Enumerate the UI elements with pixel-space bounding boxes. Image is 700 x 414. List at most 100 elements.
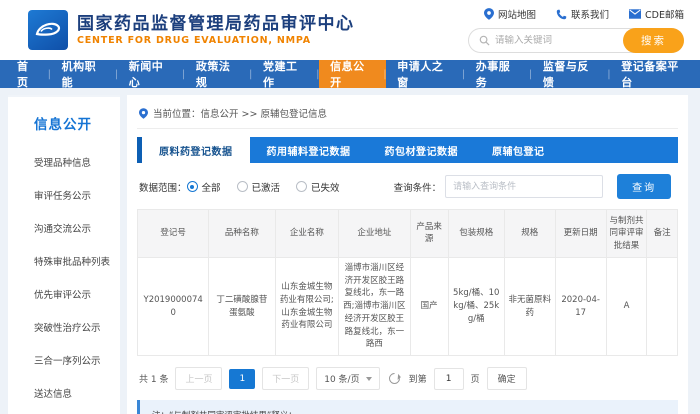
nav-item-applicant-window[interactable]: 申请人之窗 bbox=[386, 60, 464, 88]
query-button[interactable]: 查询 bbox=[617, 174, 671, 199]
nav-item-services[interactable]: 办事服务 bbox=[465, 60, 532, 88]
cell-address: 淄博市淄川区经济开发区胶王路复线北，东一路西;淄博市淄川区经济开发区胶王路复线北… bbox=[339, 257, 410, 355]
phone-icon bbox=[556, 9, 567, 20]
tab-bar: 原料药登记数据 药用辅料登记数据 药包材登记数据 原辅包登记 bbox=[137, 137, 678, 163]
query-input[interactable] bbox=[445, 175, 603, 198]
col-spec: 规格 bbox=[504, 210, 555, 258]
cde-logo-icon bbox=[28, 10, 68, 50]
radio-all-label: 全部 bbox=[202, 180, 221, 194]
sidebar-item[interactable]: 受理品种信息 bbox=[8, 145, 120, 178]
col-reg-no: 登记号 bbox=[138, 210, 209, 258]
filter-row: 数据范围： 全部 已激活 已失效 查询条件： 查询 bbox=[137, 163, 678, 209]
cell-update-date: 2020-04-17 bbox=[555, 257, 606, 355]
scope-label: 数据范围： bbox=[139, 180, 187, 194]
total-count: 共 1 条 bbox=[139, 372, 168, 385]
col-approval-result: 与制剂共同审评审批结果 bbox=[606, 210, 647, 258]
nav-item-org-functions[interactable]: 机构职能 bbox=[51, 60, 118, 88]
nav-item-news[interactable]: 新闻中心 bbox=[118, 60, 185, 88]
radio-activated[interactable]: 已激活 bbox=[237, 180, 281, 194]
cell-company: 山东金城生物药业有限公司;山东金城生物药业有限公司 bbox=[275, 257, 339, 355]
pagination: 共 1 条 上一页 1 下一页 10 条/页 到第 页 确定 bbox=[137, 356, 678, 400]
sidebar: 信息公开 受理品种信息 审评任务公示 沟通交流公示 特殊审批品种列表 优先审评公… bbox=[8, 95, 120, 414]
cell-package: 5kg/桶、10kg/桶、25kg/桶 bbox=[448, 257, 504, 355]
col-address: 企业地址 bbox=[339, 210, 410, 258]
tab-api-registration-data[interactable]: 原料药登记数据 bbox=[142, 137, 250, 163]
col-company: 企业名称 bbox=[275, 210, 339, 258]
note-box: 注：“与制剂共同审评审批结果”释义： 符号 代表含义 A 已批准在上市制剂使用的… bbox=[137, 400, 678, 414]
sidebar-item[interactable]: 三合一序列公示 bbox=[8, 343, 120, 376]
main-nav: 首页 机构职能 新闻中心 政策法规 党建工作 信息公开 申请人之窗 办事服务 监… bbox=[0, 60, 700, 88]
nav-item-info-disclosure[interactable]: 信息公开 bbox=[319, 60, 386, 88]
refresh-icon[interactable] bbox=[386, 371, 402, 387]
nav-item-party-building[interactable]: 党建工作 bbox=[252, 60, 319, 88]
jump-label: 到第 bbox=[409, 372, 427, 385]
tab-raw-aux-pack-registration[interactable]: 原辅包登记 bbox=[475, 137, 562, 163]
registration-table: 登记号 品种名称 企业名称 企业地址 产品来源 包装规格 规格 更新日期 与制剂… bbox=[137, 209, 678, 356]
page-number-button[interactable]: 1 bbox=[229, 369, 255, 389]
cell-remark bbox=[647, 257, 678, 355]
query-label: 查询条件： bbox=[394, 180, 442, 194]
cell-spec: 非无菌原料药 bbox=[504, 257, 555, 355]
site-title: 国家药品监督管理局药品审评中心 bbox=[77, 14, 355, 35]
radio-expired[interactable]: 已失效 bbox=[296, 180, 340, 194]
contact-label: 联系我们 bbox=[571, 7, 609, 21]
page-size-select[interactable]: 10 条/页 bbox=[316, 367, 379, 390]
sitemap-label: 网站地图 bbox=[498, 7, 536, 21]
mail-link[interactable]: CDE邮箱 bbox=[629, 7, 684, 21]
next-page-button[interactable]: 下一页 bbox=[262, 367, 309, 390]
main-content: 当前位置：信息公开 >> 原辅包登记信息 原料药登记数据 药用辅料登记数据 药包… bbox=[127, 95, 688, 414]
radio-dot-icon bbox=[237, 181, 248, 192]
radio-activated-label: 已激活 bbox=[252, 180, 281, 194]
col-package: 包装规格 bbox=[448, 210, 504, 258]
sidebar-title: 信息公开 bbox=[8, 105, 120, 145]
sidebar-item[interactable]: 送达信息 bbox=[8, 376, 120, 409]
sidebar-item[interactable]: 特殊审批品种列表 bbox=[8, 244, 120, 277]
mail-label: CDE邮箱 bbox=[645, 7, 684, 21]
sidebar-item[interactable]: 突破性治疗公示 bbox=[8, 310, 120, 343]
sidebar-item[interactable]: 优先审评公示 bbox=[8, 277, 120, 310]
col-name: 品种名称 bbox=[209, 210, 275, 258]
col-remark: 备注 bbox=[647, 210, 678, 258]
prev-page-button[interactable]: 上一页 bbox=[175, 367, 222, 390]
contact-link[interactable]: 联系我们 bbox=[556, 7, 609, 21]
col-source: 产品来源 bbox=[410, 210, 448, 258]
nav-item-policies[interactable]: 政策法规 bbox=[185, 60, 252, 88]
nav-item-home[interactable]: 首页 bbox=[6, 60, 51, 88]
sitemap-link[interactable]: 网站地图 bbox=[484, 7, 536, 21]
cell-name: 丁二磺酸腺苷蛋氨酸 bbox=[209, 257, 275, 355]
sidebar-item[interactable]: 共性问题 bbox=[8, 409, 120, 414]
brand: 国家药品监督管理局药品审评中心 CENTER FOR DRUG EVALUATI… bbox=[28, 10, 355, 50]
radio-dot-icon bbox=[296, 181, 307, 192]
cell-approval-result: A bbox=[606, 257, 647, 355]
nav-item-supervision-feedback[interactable]: 监督与反馈 bbox=[532, 60, 610, 88]
quick-links: 网站地图 联系我们 CDE邮箱 bbox=[484, 7, 684, 21]
table-header-row: 登记号 品种名称 企业名称 企业地址 产品来源 包装规格 规格 更新日期 与制剂… bbox=[138, 210, 678, 258]
sidebar-item[interactable]: 沟通交流公示 bbox=[8, 211, 120, 244]
radio-dot-icon bbox=[187, 181, 198, 192]
page-size-value: 10 条/页 bbox=[324, 372, 359, 385]
brand-text: 国家药品监督管理局药品审评中心 CENTER FOR DRUG EVALUATI… bbox=[77, 14, 355, 46]
cell-reg-no: Y20190000740 bbox=[138, 257, 209, 355]
envelope-icon bbox=[629, 9, 641, 19]
col-update-date: 更新日期 bbox=[555, 210, 606, 258]
site-header: 国家药品监督管理局药品审评中心 CENTER FOR DRUG EVALUATI… bbox=[0, 0, 700, 60]
tab-excipient-registration-data[interactable]: 药用辅料登记数据 bbox=[250, 137, 368, 163]
search-icon bbox=[479, 35, 490, 46]
site-search-bar: 搜索 bbox=[468, 28, 684, 53]
jump-unit: 页 bbox=[471, 372, 480, 385]
site-subtitle: CENTER FOR DRUG EVALUATION, NMPA bbox=[77, 35, 355, 46]
breadcrumb-text: 当前位置：信息公开 >> 原辅包登记信息 bbox=[153, 106, 327, 120]
note-title: 注：“与制剂共同审评审批结果”释义： bbox=[152, 408, 666, 414]
page-body: 信息公开 受理品种信息 审评任务公示 沟通交流公示 特殊审批品种列表 优先审评公… bbox=[0, 88, 700, 414]
site-search-input[interactable] bbox=[495, 35, 615, 46]
sidebar-item[interactable]: 审评任务公示 bbox=[8, 178, 120, 211]
tab-packaging-registration-data[interactable]: 药包材登记数据 bbox=[368, 137, 476, 163]
chevron-down-icon bbox=[366, 377, 372, 381]
header-right: 网站地图 联系我们 CDE邮箱 搜索 bbox=[468, 7, 688, 53]
jump-page-input[interactable] bbox=[434, 368, 464, 390]
jump-confirm-button[interactable]: 确定 bbox=[487, 367, 527, 390]
nav-item-registration-platform[interactable]: 登记备案平台 bbox=[610, 60, 700, 88]
site-search-button[interactable]: 搜索 bbox=[623, 28, 684, 53]
location-pin-icon bbox=[139, 108, 148, 119]
radio-all[interactable]: 全部 bbox=[187, 180, 221, 194]
